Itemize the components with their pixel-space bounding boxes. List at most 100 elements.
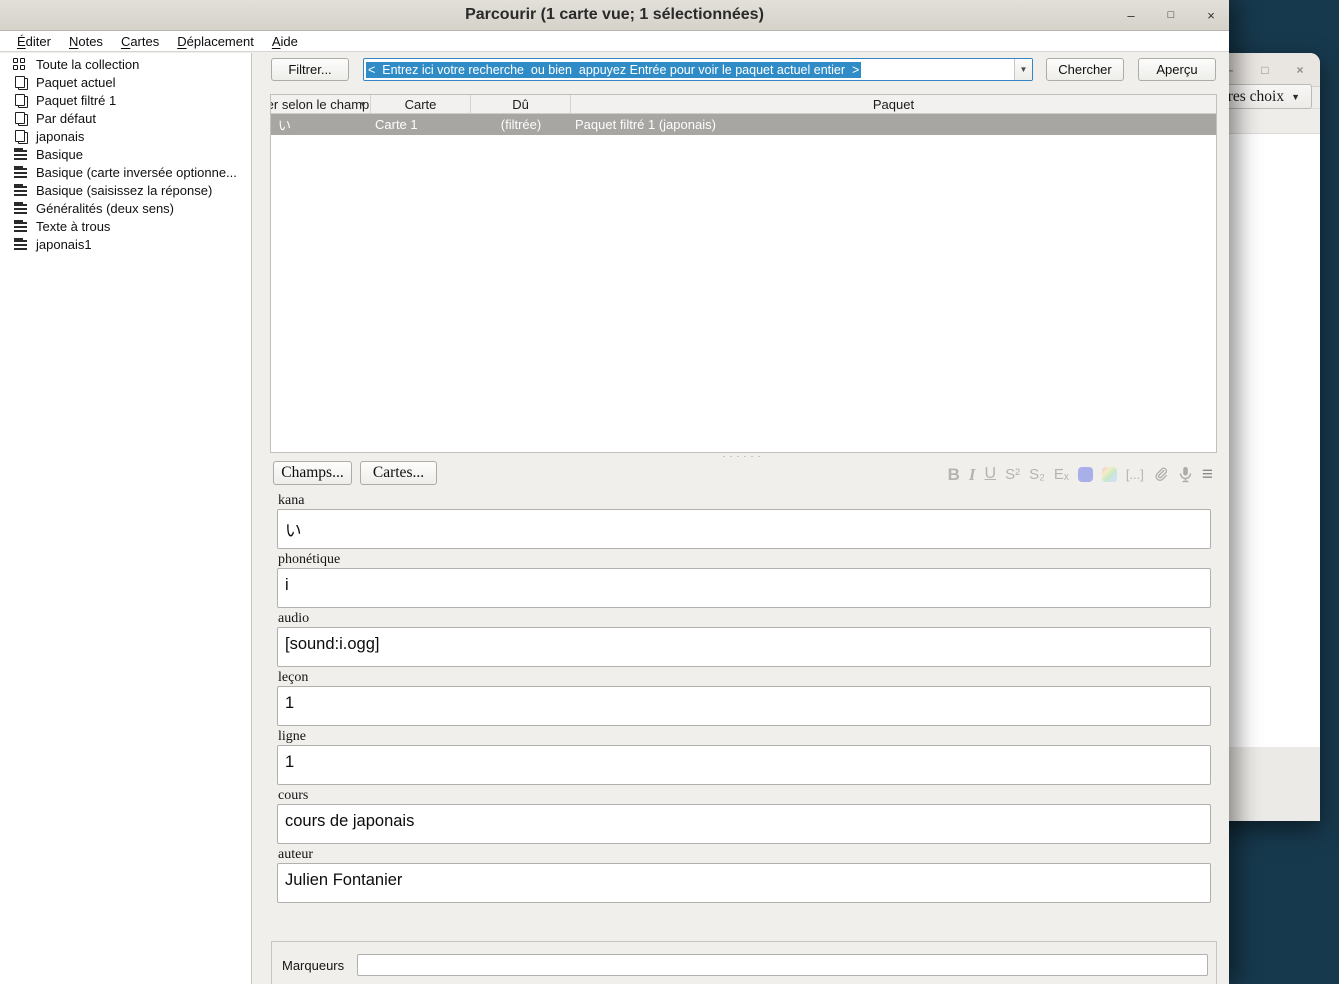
menu-aide[interactable]: Aide	[263, 31, 307, 51]
sidebar-item[interactable]: Généralités (deux sens)	[0, 199, 251, 217]
sidebar-item[interactable]: Toute la collection	[0, 55, 251, 73]
underline-icon[interactable]: U	[985, 466, 997, 482]
menu-cartes[interactable]: Cartes	[112, 31, 168, 51]
note-field: ligne 1	[277, 728, 1211, 785]
italic-icon[interactable]: I	[969, 466, 976, 483]
cell-du: (filtrée)	[500, 117, 542, 132]
column-header-sort-field[interactable]: Trier selon le champ ▼	[271, 95, 371, 113]
sort-indicator-icon: ▼	[359, 100, 367, 109]
column-header-du[interactable]: Dû	[471, 95, 571, 113]
cloze-icon[interactable]: [...]	[1126, 468, 1144, 481]
sidebar-item[interactable]: Paquet filtré 1	[0, 91, 251, 109]
window-title: Parcourir (1 carte vue; 1 sélectionnées)	[465, 6, 764, 23]
sidebar-icon	[13, 147, 28, 161]
sidebar-icon	[13, 75, 28, 90]
sidebar-item-label: Texte à trous	[36, 218, 111, 234]
minimize-icon[interactable]: –	[1123, 8, 1139, 23]
table-header: Trier selon le champ ▼ Carte Dû Paquet	[271, 95, 1216, 114]
sidebar-icon	[13, 219, 28, 233]
search-input[interactable]: < Entrez ici votre recherche ou bien app…	[366, 61, 862, 78]
field-input[interactable]: i	[277, 568, 1211, 608]
field-input[interactable]: 1	[277, 745, 1211, 785]
preview-button[interactable]: Aperçu	[1138, 58, 1216, 81]
change-color-icon[interactable]	[1101, 466, 1117, 482]
field-input[interactable]: [sound:i.ogg]	[277, 627, 1211, 667]
sidebar-icon	[13, 129, 28, 144]
note-field: phonétique i	[277, 551, 1211, 608]
field-label: kana	[278, 493, 305, 508]
bold-icon[interactable]: B	[948, 466, 960, 483]
column-header-paquet[interactable]: Paquet	[571, 95, 1216, 113]
close-icon[interactable]: ×	[1203, 8, 1219, 23]
sidebar: Toute la collection Paquet actuel Paquet…	[0, 53, 252, 984]
cell-carte: Carte 1	[375, 117, 418, 132]
remove-formatting-icon[interactable]: Eₓ	[1054, 467, 1069, 482]
sidebar-item-label: Basique (saisissez la réponse)	[36, 182, 213, 198]
sidebar-icon	[13, 111, 28, 126]
sidebar-icon	[13, 165, 28, 179]
maximize-icon[interactable]: □	[1259, 63, 1271, 77]
sidebar-item[interactable]: japonais1	[0, 235, 251, 253]
text-color-icon[interactable]	[1077, 466, 1093, 482]
sidebar-item-label: japonais1	[36, 236, 92, 252]
sidebar-item[interactable]: Par défaut	[0, 109, 251, 127]
field-label: phonétique	[278, 552, 341, 567]
note-field: leçon 1	[277, 669, 1211, 726]
field-label: auteur	[278, 847, 313, 862]
sidebar-item[interactable]: Paquet actuel	[0, 73, 251, 91]
tags-label: Marqueurs	[282, 958, 345, 973]
sidebar-item-label: Par défaut	[36, 110, 96, 126]
sidebar-item-label: Basique (carte inversée optionne...	[36, 164, 237, 180]
close-icon[interactable]: ×	[1294, 63, 1306, 77]
field-label: audio	[278, 611, 310, 626]
tags-input[interactable]	[357, 953, 1208, 976]
note-field: cours cours de japonais	[277, 787, 1211, 844]
menubar: Éditer Notes Cartes Déplacement Aide	[0, 31, 1229, 52]
sidebar-icon	[13, 237, 28, 251]
field-label: ligne	[278, 729, 306, 744]
field-input[interactable]: cours de japonais	[277, 804, 1211, 844]
table-row-selected[interactable]: い Carte 1 (filtrée) Paquet filtré 1 (jap…	[271, 114, 1216, 135]
filter-button[interactable]: Filtrer...	[271, 58, 349, 81]
superscript-icon[interactable]: S²	[1005, 467, 1020, 482]
subscript-icon[interactable]: S₂	[1029, 467, 1045, 482]
field-input[interactable]: Julien Fontanier	[277, 863, 1211, 903]
sidebar-item-label: Toute la collection	[36, 56, 140, 72]
sidebar-item-label: Paquet filtré 1	[36, 92, 117, 108]
menu-editer[interactable]: Éditer	[8, 31, 60, 51]
cell-paquet: Paquet filtré 1 (japonais)	[575, 117, 716, 132]
sidebar-item[interactable]: japonais	[0, 127, 251, 145]
paperclip-icon[interactable]	[1153, 466, 1169, 482]
column-header-carte[interactable]: Carte	[371, 95, 471, 113]
sidebar-icon	[13, 201, 28, 215]
more-menu-icon[interactable]: ≡	[1202, 465, 1213, 484]
fields-button[interactable]: Champs...	[273, 461, 352, 485]
search-button[interactable]: Chercher	[1046, 58, 1124, 81]
cards-button[interactable]: Cartes...	[360, 461, 437, 485]
sidebar-icon	[13, 93, 28, 108]
menu-notes[interactable]: Notes	[60, 31, 112, 51]
menu-deplacement[interactable]: Déplacement	[168, 31, 263, 51]
chevron-down-icon: ▼	[1291, 91, 1300, 102]
sidebar-item[interactable]: Basique	[0, 145, 251, 163]
sidebar-item[interactable]: Basique (carte inversée optionne...	[0, 163, 251, 181]
sidebar-item[interactable]: Texte à trous	[0, 217, 251, 235]
table-editor-splitter[interactable]: ······	[270, 452, 1217, 461]
card-table: Trier selon le champ ▼ Carte Dû Paquet い…	[270, 94, 1217, 453]
field-input[interactable]: 1	[277, 686, 1211, 726]
field-label: leçon	[278, 670, 309, 685]
sidebar-item-label: Basique	[36, 146, 83, 162]
chevron-down-icon[interactable]: ▼	[1014, 59, 1032, 80]
field-label: cours	[278, 788, 309, 803]
titlebar[interactable]: Parcourir (1 carte vue; 1 sélectionnées)…	[0, 0, 1229, 31]
note-field: auteur Julien Fontanier	[277, 846, 1211, 903]
sidebar-icon	[13, 183, 28, 197]
microphone-icon[interactable]	[1178, 466, 1193, 483]
sidebar-item[interactable]: Basique (saisissez la réponse)	[0, 181, 251, 199]
note-field: audio [sound:i.ogg]	[277, 610, 1211, 667]
sidebar-item-label: japonais	[36, 128, 85, 144]
search-combobox[interactable]: < Entrez ici votre recherche ou bien app…	[363, 58, 1033, 81]
field-input[interactable]: い	[277, 509, 1211, 549]
maximize-icon[interactable]: □	[1163, 9, 1179, 21]
tags-box: Marqueurs	[271, 941, 1217, 984]
